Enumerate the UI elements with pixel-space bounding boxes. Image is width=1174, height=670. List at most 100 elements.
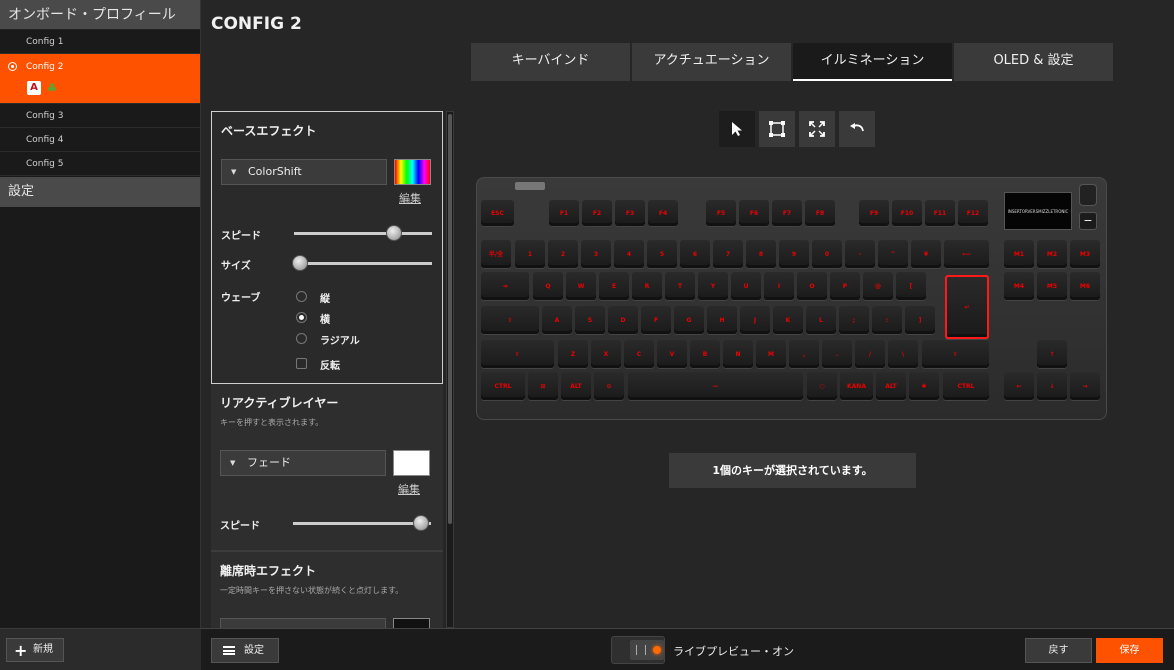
key-a[interactable]: A [542, 306, 572, 334]
new-config-button[interactable]: + 新規 [6, 638, 64, 662]
wave-radial-radio[interactable] [296, 333, 307, 344]
key-v[interactable]: V [657, 340, 687, 368]
idle-color-swatch[interactable] [393, 618, 430, 628]
config-item-5[interactable]: Config 5 [0, 152, 200, 176]
key-y[interactable]: Y [698, 272, 728, 300]
key-alt[interactable]: ALT [561, 372, 591, 400]
key-s[interactable]: S [575, 306, 605, 334]
key-n8[interactable]: 8 [746, 240, 776, 268]
pointer-tool-button[interactable] [719, 111, 755, 147]
slider-knob[interactable] [413, 515, 429, 531]
idle-effect-dropdown[interactable] [220, 618, 386, 628]
key-esc[interactable]: ESC [481, 200, 514, 226]
key-k[interactable]: K [773, 306, 803, 334]
tab-actuation[interactable]: アクチュエーション [632, 43, 791, 81]
key-b[interactable]: B [690, 340, 720, 368]
key-down[interactable]: ↓ [1037, 372, 1067, 400]
tab-oled-settings[interactable]: OLED & 設定 [954, 43, 1113, 81]
key-slash[interactable]: / [855, 340, 885, 368]
key-l[interactable]: L [806, 306, 836, 334]
key-right[interactable]: → [1070, 372, 1100, 400]
key-left[interactable]: ← [1004, 372, 1034, 400]
key-tab[interactable]: ⇥ [481, 272, 529, 300]
key-m4[interactable]: M4 [1004, 272, 1034, 300]
key-n5[interactable]: 5 [647, 240, 677, 268]
key-up[interactable]: ↑ [1037, 340, 1067, 368]
key-f[interactable]: F [641, 306, 671, 334]
undo-tool-button[interactable] [839, 111, 875, 147]
key-kana[interactable]: KANA [840, 372, 873, 400]
key-semi[interactable]: ; [839, 306, 869, 334]
key-m5[interactable]: M5 [1037, 272, 1067, 300]
box-select-tool-button[interactable] [759, 111, 795, 147]
sidebar-settings-section[interactable]: 設定 [0, 177, 200, 207]
key-m6[interactable]: M6 [1070, 272, 1100, 300]
key-h[interactable]: H [707, 306, 737, 334]
key-fn[interactable]: ⊙ [594, 372, 624, 400]
key-space[interactable]: — [628, 372, 803, 400]
settings-scrollbar[interactable] [446, 111, 454, 628]
key-n2[interactable]: 2 [548, 240, 578, 268]
key-f3[interactable]: F3 [615, 200, 645, 226]
revert-button[interactable]: 戻す [1025, 638, 1092, 663]
key-n9[interactable]: 9 [779, 240, 809, 268]
key-f8[interactable]: F8 [805, 200, 835, 226]
key-lshift[interactable]: ⇧ [481, 340, 554, 368]
reactive-edit-link[interactable]: 編集 [398, 481, 420, 497]
key-x[interactable]: X [591, 340, 621, 368]
key-f11[interactable]: F11 [925, 200, 955, 226]
wave-vertical-radio[interactable] [296, 291, 307, 302]
key-n7[interactable]: 7 [713, 240, 743, 268]
reactive-speed-slider[interactable] [293, 515, 431, 531]
key-t[interactable]: T [665, 272, 695, 300]
save-button[interactable]: 保存 [1096, 638, 1163, 663]
key-rshift[interactable]: ⇧ [922, 340, 989, 368]
live-preview-toggle[interactable] [611, 636, 665, 664]
key-f5[interactable]: F5 [706, 200, 736, 226]
key-yen[interactable]: ¥ [911, 240, 941, 268]
key-i[interactable]: I [764, 272, 794, 300]
key-u[interactable]: U [731, 272, 761, 300]
key-caret[interactable]: ^ [878, 240, 908, 268]
key-enter[interactable]: ↵ [945, 275, 989, 339]
key-lbr[interactable]: [ [896, 272, 926, 300]
key-o[interactable]: O [797, 272, 827, 300]
key-f4[interactable]: F4 [648, 200, 678, 226]
key-w[interactable]: W [566, 272, 596, 300]
key-e[interactable]: E [599, 272, 629, 300]
reverse-checkbox[interactable] [296, 358, 307, 369]
key-rbr[interactable]: ] [905, 306, 935, 334]
size-slider[interactable] [292, 255, 432, 271]
slider-knob[interactable] [292, 255, 308, 271]
key-p[interactable]: P [830, 272, 860, 300]
key-lctrl[interactable]: CTRL [481, 372, 525, 400]
key-rctrl[interactable]: CTRL [943, 372, 989, 400]
key-f12[interactable]: F12 [958, 200, 988, 226]
key-f1[interactable]: F1 [549, 200, 579, 226]
colorshift-swatch[interactable] [394, 159, 431, 185]
key-f7[interactable]: F7 [772, 200, 802, 226]
key-d[interactable]: D [608, 306, 638, 334]
key-f10[interactable]: F10 [892, 200, 922, 226]
key-n6[interactable]: 6 [680, 240, 710, 268]
key-at[interactable]: @ [863, 272, 893, 300]
config-item-1[interactable]: Config 1 [0, 30, 200, 54]
key-comma[interactable]: , [789, 340, 819, 368]
key-c[interactable]: C [624, 340, 654, 368]
config-item-3[interactable]: Config 3 [0, 104, 200, 128]
key-m1[interactable]: M1 [1004, 240, 1034, 268]
key-f6[interactable]: F6 [739, 200, 769, 226]
key-n0[interactable]: 0 [812, 240, 842, 268]
slider-knob[interactable] [386, 225, 402, 241]
base-effect-edit-link[interactable]: 編集 [399, 190, 421, 206]
key-z[interactable]: Z [558, 340, 588, 368]
config-item-2[interactable]: Config 2 A ♣ [0, 54, 200, 104]
key-muhenkan[interactable]: ○ [807, 372, 837, 400]
key-n3[interactable]: 3 [581, 240, 611, 268]
reactive-color-swatch[interactable] [393, 450, 430, 476]
key-bslash[interactable]: \ [888, 340, 918, 368]
key-win[interactable]: ⊞ [528, 372, 558, 400]
wave-horizontal-radio[interactable] [296, 312, 307, 323]
tab-keybind[interactable]: キーバインド [471, 43, 630, 81]
key-n[interactable]: N [723, 340, 753, 368]
